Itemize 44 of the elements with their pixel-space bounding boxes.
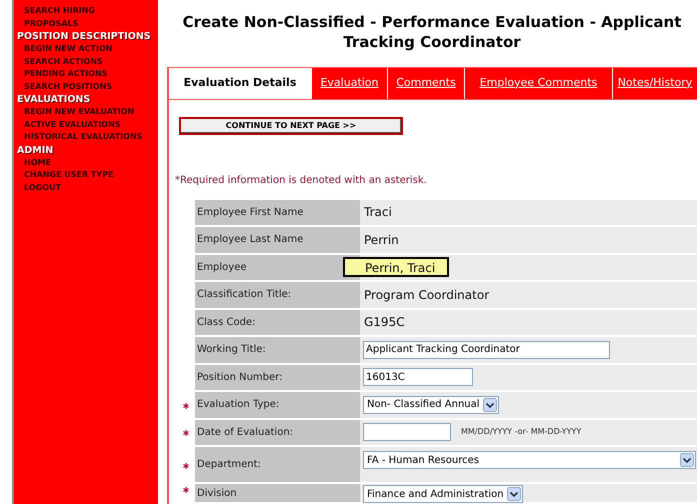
sidebar-link[interactable]: HOME [14, 156, 158, 169]
dropdown[interactable]: Finance and Administration [363, 485, 523, 503]
sidebar-link[interactable]: CHANGE USER TYPE [14, 169, 158, 182]
sidebar-link[interactable]: SEARCH POSITIONS [14, 80, 158, 93]
sidebar-section-header: ADMIN [16, 144, 54, 156]
field-label: Employee Last Name [197, 233, 304, 248]
input-field[interactable]: 16013C [363, 368, 473, 386]
date-field[interactable] [363, 423, 451, 442]
date-format-hint: MM/DD/YYYY -or- MM-DD-YYYY [461, 426, 582, 438]
field-value: Program Coordinator [363, 286, 490, 304]
field-value: Perrin [363, 232, 399, 249]
sidebar-link[interactable]: BEGIN NEW EVALUATION [14, 106, 158, 118]
continue-button[interactable]: CONTINUE TO NEXT PAGE >> [179, 116, 403, 134]
field-value: G195C [363, 314, 405, 332]
sidebar-link[interactable]: ACTIVE EVALUATIONS [14, 118, 158, 131]
input-field[interactable]: Applicant Tracking Coordinator [363, 340, 610, 359]
field-value: Traci [363, 204, 392, 222]
tab[interactable]: Employee Comments [464, 68, 612, 98]
field-label: Division [197, 487, 237, 501]
field-label: Position Number: [197, 370, 282, 385]
highlighted-value: Perrin, Traci [343, 257, 450, 278]
sidebar-link[interactable]: BEGIN NEW ACTION [14, 43, 158, 56]
sidebar-section-header: POSITION DESCRIPTIONS [16, 30, 152, 43]
field-label: Employee [197, 260, 247, 275]
required-note: *Required information is denoted with an asterisk. [174, 174, 428, 186]
field-label: Working Title: [197, 343, 266, 358]
tab[interactable]: Notes/History [612, 68, 697, 98]
tab[interactable]: Evaluation [311, 68, 387, 98]
tab[interactable]: Comments [387, 68, 464, 98]
sidebar-link[interactable]: HISTORICAL EVALUATIONS [14, 131, 158, 144]
sidebar-section-header: EVALUATIONS [16, 93, 92, 106]
field-label: Employee First Name [197, 206, 304, 220]
field-label: Date of Evaluation: [197, 426, 294, 440]
dropdown[interactable]: Non- Classified Annual [363, 396, 499, 414]
field-label: Evaluation Type: [197, 398, 280, 412]
sidebar-link[interactable]: SEARCH HIRING PROPOSALS [14, 5, 114, 30]
sidebar-link[interactable]: SEARCH ACTIONS [14, 56, 158, 68]
field-label: Classification Title: [197, 288, 292, 302]
sidebar-link[interactable]: LOGOUT [14, 182, 158, 194]
dropdown[interactable]: FA - Human Resources [363, 451, 696, 469]
page-title: Create Non-Classified - Performance Evaluation - Applicant Tracking Coordinator [182, 12, 682, 53]
sidebar-link[interactable]: PENDING ACTIONS [14, 68, 158, 80]
field-label: Department: [197, 458, 261, 472]
field-label: Class Code: [197, 316, 256, 330]
